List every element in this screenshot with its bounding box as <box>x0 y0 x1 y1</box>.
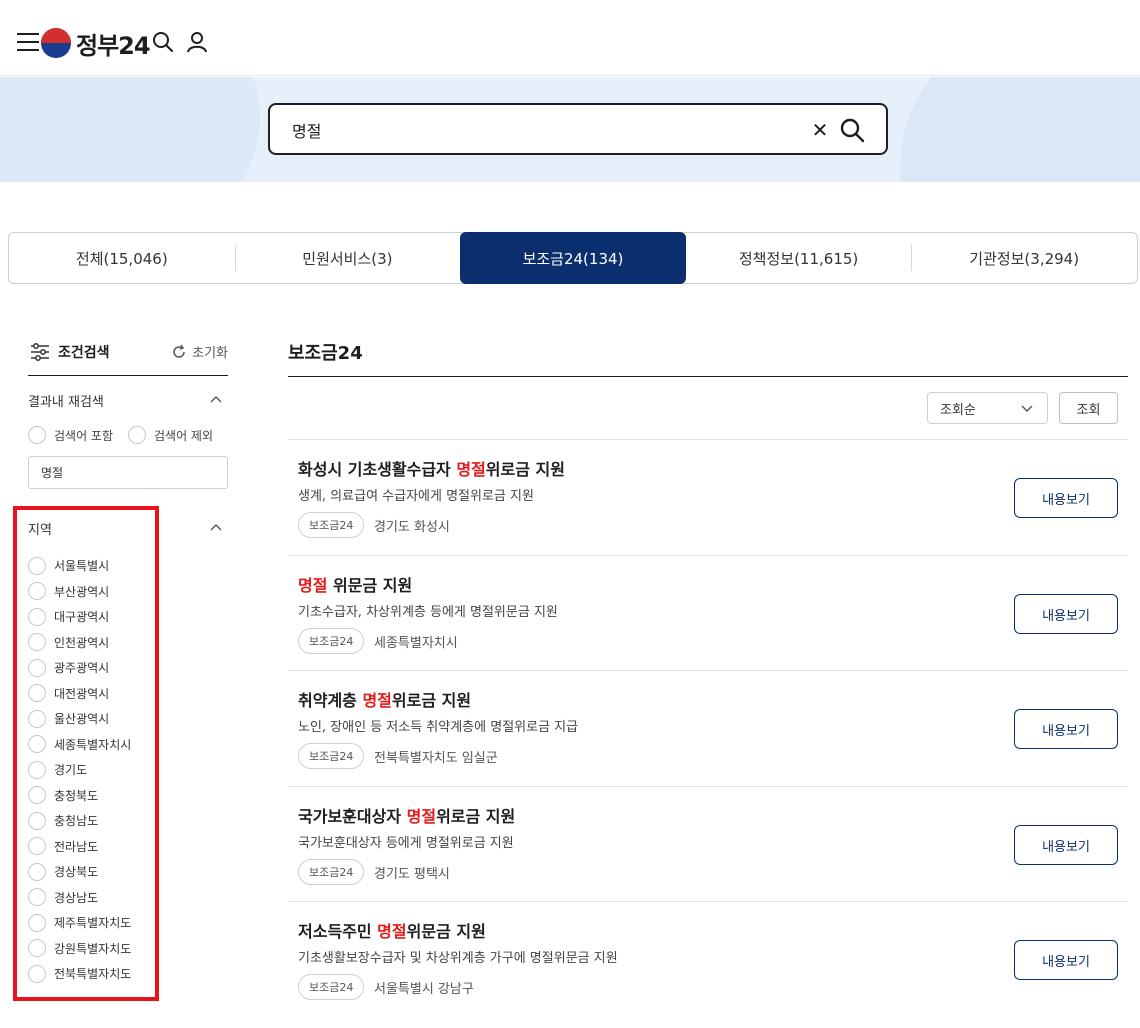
result-title-prefix: 저소득주민 <box>298 922 378 941</box>
result-item: 저소득주민 명절위문금 지원기초생활보장수급자 및 차상위계층 가구에 명절위문… <box>288 901 1128 1017</box>
radio-exclude-label: 검색어 제외 <box>154 428 214 443</box>
chevron-up-icon[interactable] <box>210 523 222 531</box>
search-submit-icon[interactable] <box>838 116 866 144</box>
view-details-button[interactable]: 내용보기 <box>1014 594 1118 634</box>
radio-include-keyword[interactable]: 검색어 포함 <box>28 426 113 444</box>
sort-apply-button[interactable]: 조회 <box>1059 392 1118 424</box>
logo-text: 정부24 <box>76 31 151 60</box>
menu-icon[interactable] <box>17 33 39 53</box>
chevron-up-icon[interactable] <box>210 395 222 403</box>
filter-title: 조건검색 <box>58 345 110 361</box>
search-input[interactable] <box>292 117 772 143</box>
result-title-highlight: 명절 <box>362 691 392 710</box>
category-badge: 보조금24 <box>298 743 365 769</box>
filter-header: 조건검색 초기화 <box>28 330 228 376</box>
search-icon[interactable] <box>151 30 175 54</box>
result-description: 기초생활보장수급자 및 차상위계층 가구에 명절위문금 지원 <box>298 951 618 966</box>
result-item: 화성시 기초생활수급자 명절위로금 지원생계, 의료급여 수급자에게 명절위로금… <box>288 439 1128 555</box>
sliders-icon <box>31 343 49 361</box>
result-title-prefix: 화성시 기초생활수급자 <box>298 460 457 479</box>
result-item: 국가보훈대상자 명절위로금 지원국가보훈대상자 등에게 명절위로금 지원보조금2… <box>288 786 1128 902</box>
site-header: 정부24 <box>0 0 1140 76</box>
user-icon[interactable] <box>185 30 209 54</box>
result-region: 경기도 화성시 <box>374 520 450 535</box>
result-title-highlight: 명절 <box>456 460 486 479</box>
result-title[interactable]: 명절 위문금 지원 <box>298 572 412 596</box>
result-title-suffix: 위로금 지원 <box>436 807 516 826</box>
result-title-suffix: 위문금 지원 <box>327 576 413 595</box>
view-details-button[interactable]: 내용보기 <box>1014 825 1118 865</box>
result-region: 세종특별자치시 <box>374 636 458 651</box>
tab-policy-info[interactable]: 정책정보(11,615) <box>686 233 912 283</box>
result-title-highlight: 명절 <box>406 807 437 826</box>
clear-icon[interactable]: ✕ <box>808 118 832 142</box>
refine-search-input[interactable] <box>28 456 228 489</box>
result-region: 경기도 평택시 <box>374 867 450 882</box>
refresh-icon <box>173 344 185 358</box>
search-box: ✕ <box>268 103 888 155</box>
radio-include-label: 검색어 포함 <box>54 428 114 443</box>
result-title-suffix: 위로금 지원 <box>391 691 472 710</box>
result-title-highlight: 명절 <box>298 576 328 595</box>
result-description: 기초수급자, 차상위계층 등에게 명절위문금 지원 <box>298 605 558 620</box>
region-highlight-box <box>13 506 159 1001</box>
taegeuk-logo-icon <box>41 28 71 58</box>
result-title-highlight: 명절 <box>377 922 407 941</box>
result-title-prefix: 국가보훈대상자 <box>298 807 407 826</box>
category-badge: 보조금24 <box>298 512 365 538</box>
result-title-suffix: 위로금 지원 <box>485 460 565 479</box>
category-badge: 보조금24 <box>298 628 365 654</box>
result-description: 생계, 의료급여 수급자에게 명절위로금 지원 <box>298 489 534 504</box>
result-region: 전북특별자치도 임실군 <box>374 751 498 766</box>
radio-exclude-keyword[interactable]: 검색어 제외 <box>128 426 213 444</box>
radio-circle[interactable] <box>128 426 146 444</box>
reset-button[interactable]: 초기화 <box>171 342 228 361</box>
view-details-button[interactable]: 내용보기 <box>1014 478 1118 518</box>
reset-label: 초기화 <box>192 346 228 361</box>
view-details-button[interactable]: 내용보기 <box>1014 940 1118 980</box>
view-details-button[interactable]: 내용보기 <box>1014 709 1118 749</box>
sort-select[interactable]: 조회순 <box>927 392 1048 424</box>
result-title[interactable]: 취약계층 명절위로금 지원 <box>298 687 471 711</box>
divider <box>288 376 1128 377</box>
chevron-down-icon <box>1021 405 1033 412</box>
category-badge: 보조금24 <box>298 859 365 885</box>
gov24-logo[interactable]: 정부24 <box>41 27 151 60</box>
result-description: 노인, 장애인 등 저소득 취약계층에 명절위로금 지급 <box>298 720 579 735</box>
category-badge: 보조금24 <box>298 974 365 1000</box>
result-title-prefix: 취약계층 <box>298 691 363 710</box>
tab-all[interactable]: 전체(15,046) <box>9 233 235 283</box>
result-title[interactable]: 화성시 기초생활수급자 명절위로금 지원 <box>298 456 565 480</box>
tab-agency-info[interactable]: 기관정보(3,294) <box>911 233 1137 283</box>
refine-section-title: 결과내 재검색 <box>28 395 104 410</box>
tab-subsidy24[interactable]: 보조금24(134) <box>460 232 686 284</box>
result-item: 취약계층 명절위로금 지원노인, 장애인 등 저소득 취약계층에 명절위로금 지… <box>288 670 1128 786</box>
result-item: 명절 위문금 지원기초수급자, 차상위계층 등에게 명절위문금 지원보조금24 세… <box>288 555 1128 671</box>
result-title[interactable]: 저소득주민 명절위문금 지원 <box>298 918 486 942</box>
tab-civil-service[interactable]: 민원서비스(3) <box>234 233 461 283</box>
result-title[interactable]: 국가보훈대상자 명절위로금 지원 <box>298 803 515 827</box>
result-description: 국가보훈대상자 등에게 명절위로금 지원 <box>298 836 514 851</box>
radio-circle[interactable] <box>28 426 46 444</box>
sort-value: 조회순 <box>940 402 976 418</box>
section-title: 보조금24 <box>288 343 363 364</box>
result-region: 서울특별시 강남구 <box>374 982 474 997</box>
result-title-suffix: 위문금 지원 <box>406 922 486 941</box>
result-tabs: 전체(15,046) 민원서비스(3) 보조금24(134) 정책정보(11,6… <box>8 232 1138 284</box>
